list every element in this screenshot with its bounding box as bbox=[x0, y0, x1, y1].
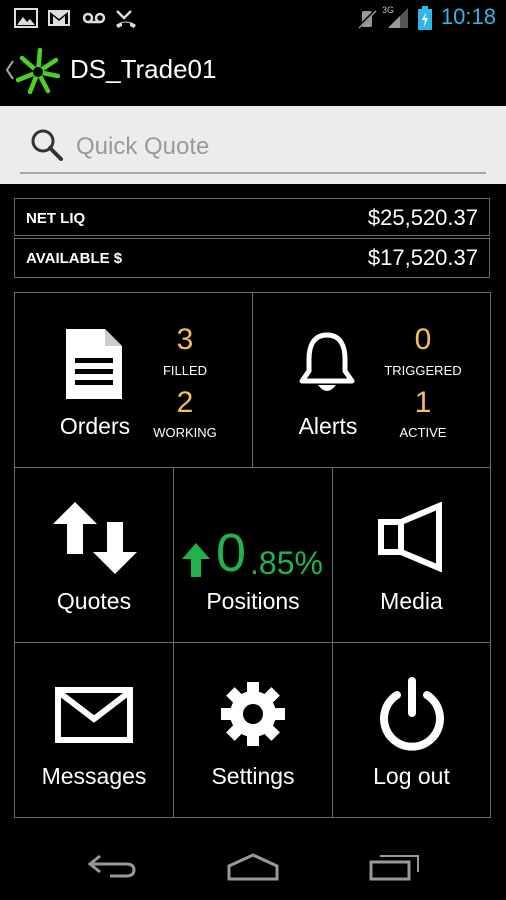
chevron-left-icon bbox=[4, 58, 16, 87]
arrow-up-icon bbox=[182, 543, 210, 582]
network-label: 3G bbox=[382, 5, 394, 15]
orders-working-count: 2 bbox=[176, 386, 194, 419]
gmail-icon bbox=[47, 8, 71, 33]
messages-label: Messages bbox=[41, 763, 147, 789]
status-clock: 10:18 bbox=[440, 4, 496, 29]
app-logo-icon bbox=[15, 46, 61, 99]
document-icon bbox=[63, 326, 125, 407]
alerts-triggered-label: TRIGGERED bbox=[384, 363, 462, 378]
gear-icon bbox=[220, 681, 286, 752]
alerts-triggered-count: 0 bbox=[414, 323, 432, 356]
logout-tile[interactable]: Log out bbox=[332, 642, 491, 818]
available-label: AVAILABLE $ bbox=[26, 250, 123, 267]
power-icon bbox=[377, 677, 447, 756]
settings-label: Settings bbox=[211, 763, 295, 789]
alerts-active-label: ACTIVE bbox=[399, 425, 447, 440]
envelope-icon bbox=[55, 687, 133, 748]
system-nav-bar bbox=[0, 818, 506, 900]
alerts-tile[interactable]: Alerts 0 TRIGGERED 1 ACTIVE bbox=[252, 292, 491, 468]
net-liq-label: NET LIQ bbox=[26, 210, 86, 227]
back-button[interactable] bbox=[86, 852, 138, 885]
quick-quote-input[interactable] bbox=[20, 122, 486, 174]
media-label: Media bbox=[380, 588, 443, 614]
megaphone-icon bbox=[377, 501, 445, 577]
media-tile[interactable]: Media bbox=[332, 467, 491, 643]
up-down-arrows-icon bbox=[51, 500, 139, 581]
action-bar: DS_Trade01 bbox=[0, 36, 506, 106]
gallery-icon bbox=[14, 8, 38, 33]
available-row: AVAILABLE $ $17,520.37 bbox=[14, 238, 490, 278]
recent-apps-button[interactable] bbox=[368, 852, 422, 887]
orders-filled-label: FILLED bbox=[162, 363, 208, 378]
orders-filled-count: 3 bbox=[176, 323, 194, 356]
signal-icon: 3G bbox=[382, 4, 412, 35]
home-button[interactable] bbox=[225, 852, 281, 887]
search-icon bbox=[30, 128, 64, 167]
up-button[interactable] bbox=[0, 36, 64, 106]
net-liq-value: $25,520.37 bbox=[367, 205, 478, 230]
bell-icon bbox=[297, 331, 357, 402]
quotes-tile[interactable]: Quotes bbox=[14, 467, 174, 643]
logout-label: Log out bbox=[373, 763, 450, 789]
missed-call-icon bbox=[114, 8, 138, 35]
positions-change-int: 0 bbox=[216, 523, 247, 583]
status-bar: 3G 10:18 bbox=[0, 0, 506, 36]
net-liq-row: NET LIQ $25,520.37 bbox=[14, 198, 490, 236]
vibrate-off-icon bbox=[356, 8, 378, 35]
positions-tile[interactable]: 0 .85% Positions bbox=[173, 467, 333, 643]
orders-working-label: WORKING bbox=[153, 425, 217, 440]
orders-tile[interactable]: Orders 3 FILLED 2 WORKING bbox=[14, 292, 253, 468]
app-title: DS_Trade01 bbox=[70, 54, 217, 84]
battery-icon bbox=[418, 6, 432, 35]
quick-quote-bar bbox=[0, 106, 506, 184]
voicemail-icon bbox=[82, 8, 106, 33]
positions-change-dec: .85% bbox=[250, 545, 323, 581]
available-value: $17,520.37 bbox=[367, 245, 478, 270]
alerts-active-count: 1 bbox=[414, 386, 432, 419]
quotes-label: Quotes bbox=[56, 588, 132, 614]
positions-label: Positions bbox=[206, 588, 300, 614]
settings-tile[interactable]: Settings bbox=[173, 642, 333, 818]
messages-tile[interactable]: Messages bbox=[14, 642, 174, 818]
